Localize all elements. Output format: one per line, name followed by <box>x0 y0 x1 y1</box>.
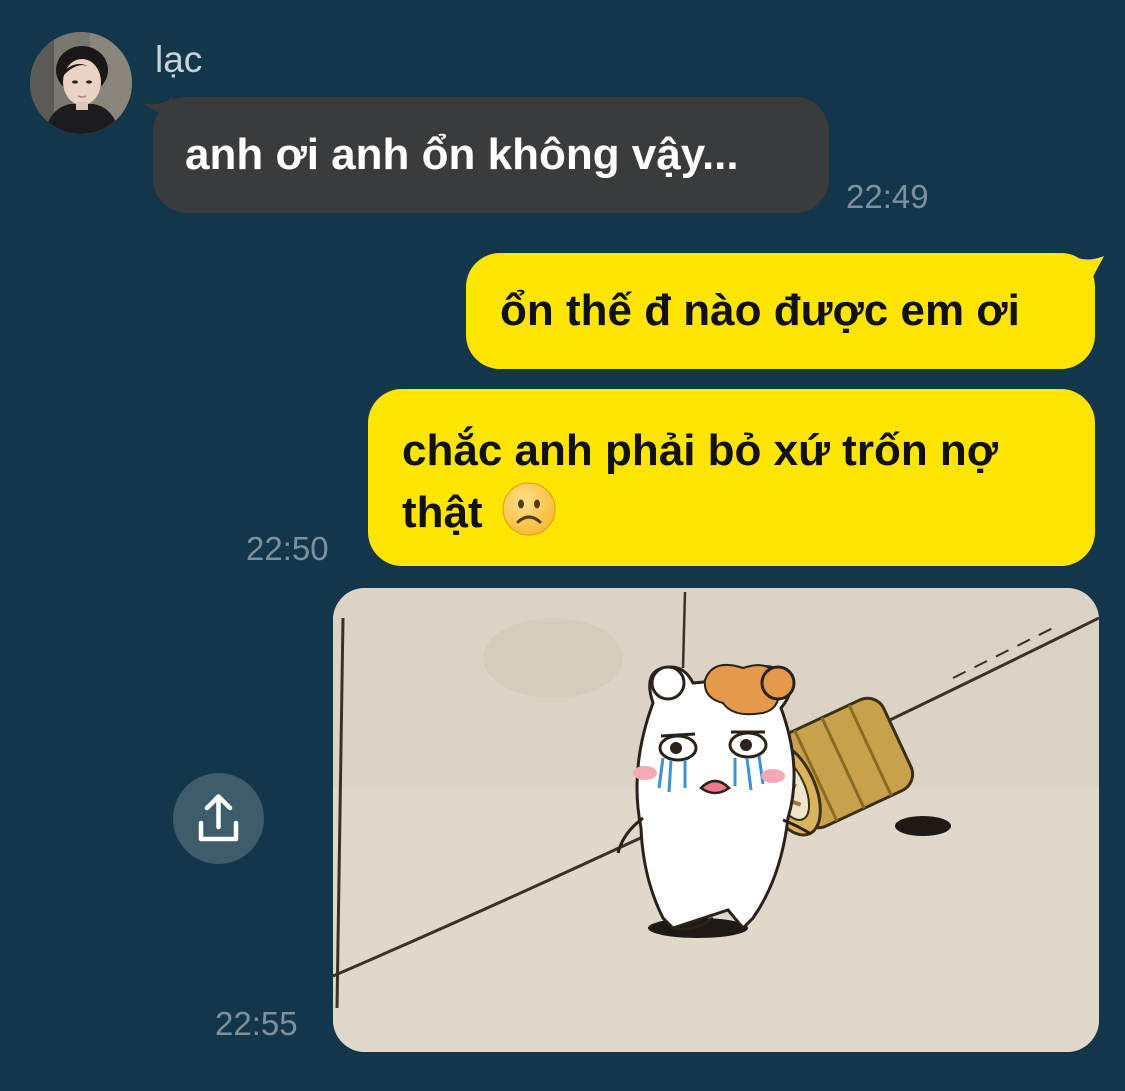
message-text: anh ơi anh ổn không vậy... <box>185 130 739 179</box>
person-photo-avatar-icon <box>30 32 132 134</box>
incoming-message-bubble[interactable]: anh ơi anh ổn không vậy... <box>153 97 829 213</box>
message-text: thật <box>402 488 483 537</box>
share-upload-icon <box>198 794 239 842</box>
outgoing-message-bubble[interactable]: chắc anh phải bỏ xứ trốn nợ thật <box>368 389 1095 566</box>
share-button[interactable] <box>173 773 264 864</box>
message-timestamp: 22:55 <box>215 1005 298 1042</box>
message-timestamp: 22:49 <box>846 178 929 215</box>
frowning-face-emoji-icon <box>502 482 556 536</box>
message-text-line: chắc anh phải bỏ xứ trốn nợ <box>402 426 999 475</box>
image-message[interactable] <box>333 588 1099 1052</box>
sender-name: lạc <box>155 39 203 80</box>
message-text-line-with-emoji: thật <box>402 481 1061 543</box>
outgoing-message-bubble[interactable]: ổn thế đ nào được em ơi <box>466 253 1095 369</box>
sender-avatar[interactable] <box>30 32 132 134</box>
message-text: ổn thế đ nào được em ơi <box>500 286 1020 335</box>
crying-hamster-cartoon-image <box>333 588 1099 1052</box>
message-timestamp: 22:50 <box>246 530 329 567</box>
